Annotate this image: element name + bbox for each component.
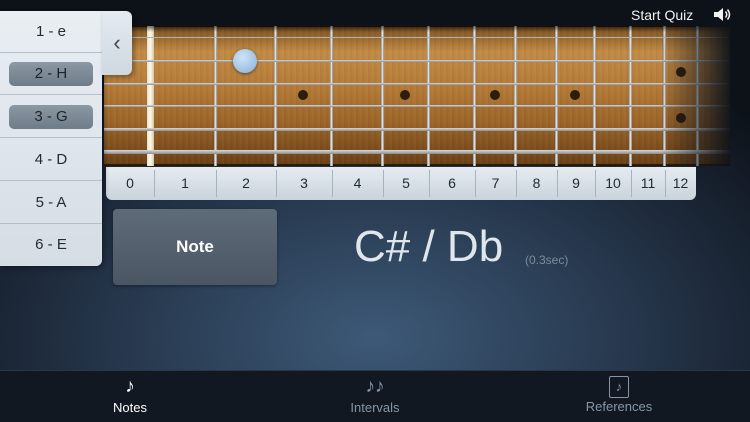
fret-number: 1 [181, 175, 189, 191]
fret-number: 11 [640, 175, 656, 191]
tab-references[interactable]: ♪ References [539, 371, 699, 422]
string-option-4[interactable]: 4 - D [0, 139, 102, 181]
fretboard-top-shadow [104, 26, 730, 32]
string-option-label: 2 - H [9, 61, 93, 86]
tab-label: Intervals [350, 400, 400, 415]
string-option-5[interactable]: 5 - A [0, 182, 102, 224]
fret-number: 2 [242, 175, 250, 191]
fret-number: 4 [353, 175, 362, 191]
fret-wire [274, 26, 277, 166]
fret-number: 3 [300, 175, 308, 191]
string-option-3[interactable]: 3 - G [0, 96, 102, 138]
note-name: C# / Db [354, 222, 504, 271]
fret-number: 0 [126, 175, 134, 191]
fret-number-divider [631, 170, 632, 197]
fret-number: 9 [572, 175, 580, 191]
collapse-panel-button[interactable]: ‹ [102, 11, 132, 75]
fret-number-bar: 0 1 2 3 4 5 6 7 8 9 10 11 12 [106, 167, 696, 200]
fret-wire [473, 26, 476, 166]
fret-inlay [400, 90, 410, 100]
guitar-string-1 [104, 36, 730, 38]
fret-number: 12 [672, 175, 689, 191]
start-quiz-button[interactable]: Start Quiz [631, 7, 693, 23]
fret-wire [555, 26, 558, 166]
tab-label: References [585, 399, 653, 414]
fret-number-divider [332, 170, 333, 197]
note-button-label: Note [176, 237, 214, 256]
note-icon: ♪ [125, 376, 135, 397]
fret-wire [381, 26, 384, 166]
fretboard-fade [660, 26, 730, 166]
guitar-string-4 [104, 104, 730, 108]
fretboard-wood [104, 26, 730, 166]
string-option-label: 5 - A [35, 193, 67, 211]
response-time: (0.3sec) [525, 253, 569, 267]
string-option-2[interactable]: 2 - H [0, 53, 102, 95]
fret-wire [514, 26, 517, 166]
string-option-label: 6 - E [35, 236, 67, 253]
note-button[interactable]: Note [113, 209, 277, 285]
fret-number-divider [154, 170, 155, 197]
fret-wire [427, 26, 430, 166]
music-sheet-icon: ♪ [609, 376, 629, 398]
two-notes-icon: ♪♪ [365, 376, 385, 397]
fret-number-divider [595, 170, 596, 197]
fret-wire [330, 26, 333, 166]
fret-inlay [298, 90, 308, 100]
fret-inlay [489, 90, 500, 100]
fret-number-divider [383, 170, 384, 197]
fret-number-divider [429, 170, 430, 197]
fret-number-divider [665, 170, 666, 197]
fretboard[interactable] [104, 26, 730, 166]
speaker-icon[interactable] [713, 7, 733, 22]
fret-number: 7 [491, 175, 500, 191]
fret-number: 10 [605, 175, 621, 191]
guitar-string-2 [104, 60, 730, 62]
string-option-label: 3 - G [9, 104, 93, 129]
fret-inlay [570, 90, 580, 100]
guitar-string-5 [104, 127, 730, 131]
fret-number-divider [516, 170, 517, 197]
string-option-label: 1 - e [35, 22, 66, 40]
fret-number-divider [276, 170, 277, 197]
tab-intervals[interactable]: ♪♪ Intervals [295, 371, 455, 422]
fret-number: 5 [402, 175, 410, 191]
fret-wire [214, 26, 217, 166]
fret-number-divider [475, 170, 476, 197]
string-option-6[interactable]: 6 - E [0, 224, 102, 266]
guitar-string-3 [104, 83, 730, 85]
chevron-left-icon: ‹ [113, 30, 121, 55]
fret-number-divider [557, 170, 558, 197]
fret-wire [593, 26, 596, 166]
guitar-string-6 [104, 150, 730, 154]
tab-label: Notes [113, 400, 147, 415]
fret-wire [629, 26, 632, 166]
fret-number: 8 [532, 175, 541, 191]
fretboard-nut [147, 26, 154, 166]
tab-notes[interactable]: ♪ Notes [50, 371, 210, 422]
tab-bar: ♪ Notes ♪♪ Intervals ♪ References [0, 370, 750, 422]
fret-number: 6 [448, 175, 456, 191]
fret-number-divider [216, 170, 217, 197]
string-selector-panel: 1 - e 2 - H 3 - G 4 - D 5 - A 6 - E [0, 11, 102, 266]
string-option-1[interactable]: 1 - e [0, 11, 102, 53]
note-position-marker [233, 49, 257, 73]
string-option-label: 4 - D [34, 150, 68, 168]
